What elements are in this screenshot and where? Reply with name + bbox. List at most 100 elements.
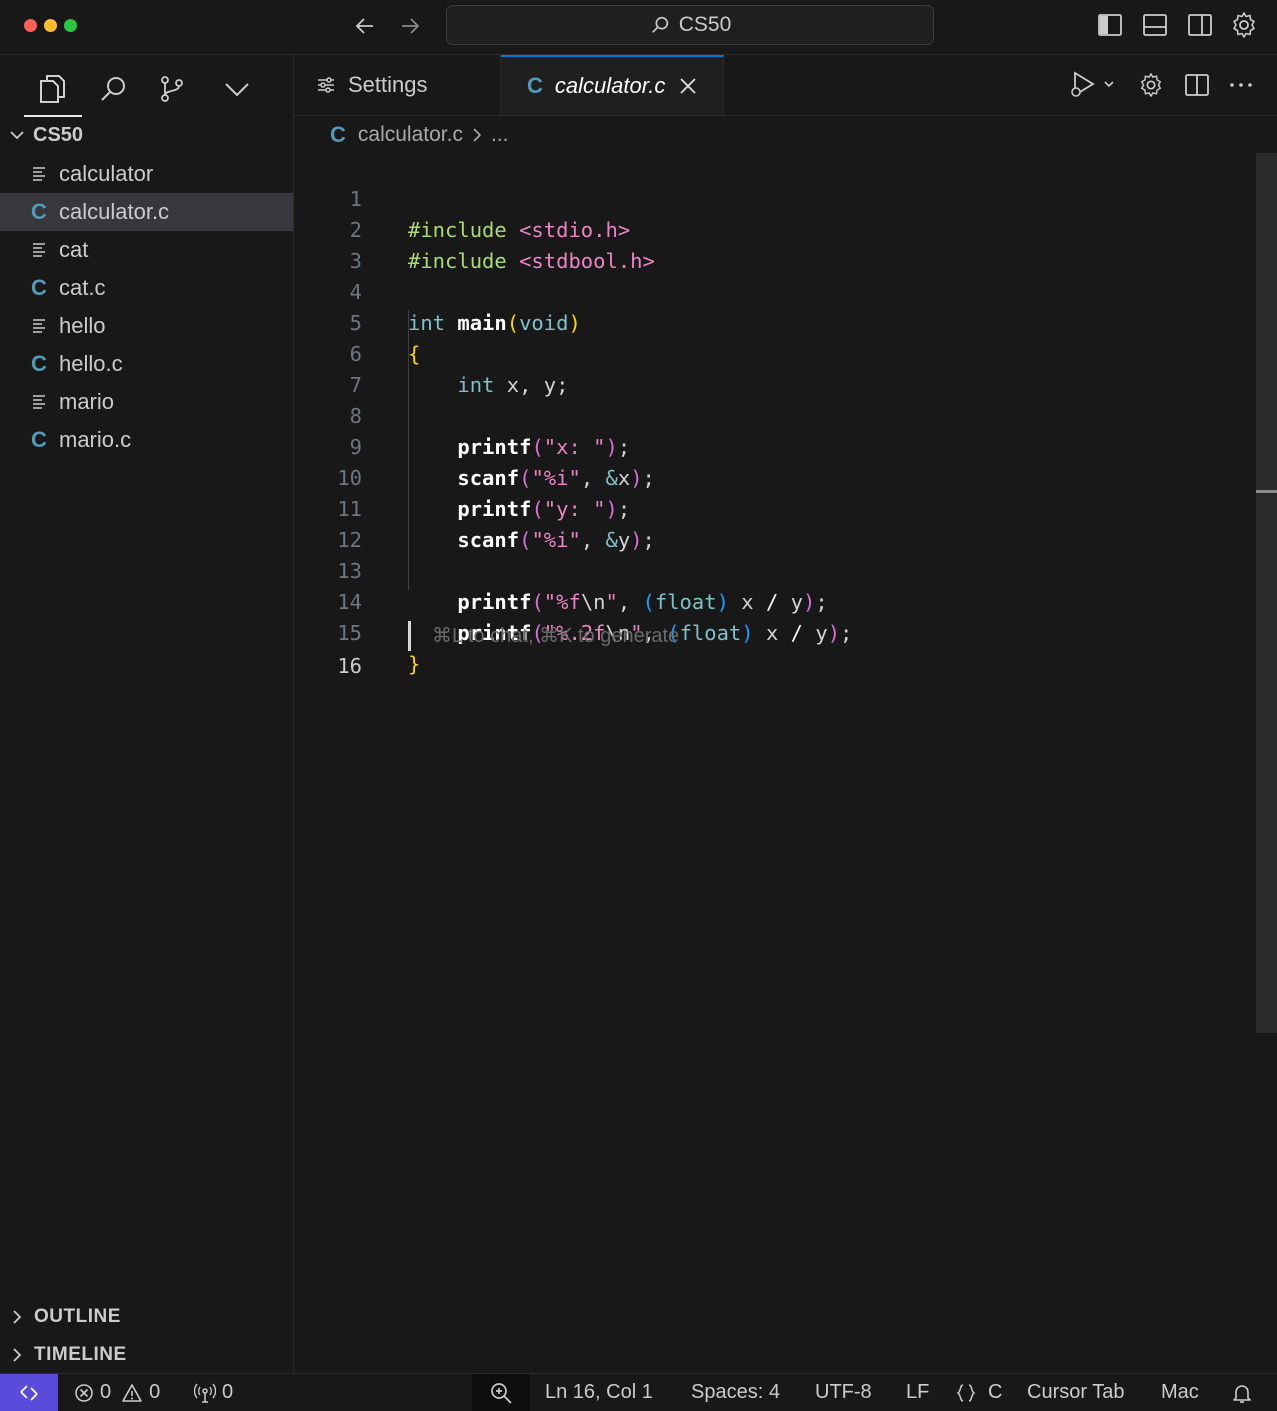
file-item-calculator-c[interactable]: C calculator.c <box>0 193 293 231</box>
platform-label[interactable]: Mac <box>1161 1374 1199 1411</box>
chevron-down-icon[interactable] <box>217 69 257 109</box>
text-cursor <box>408 621 411 651</box>
c-file-icon: C <box>31 275 47 300</box>
remote-icon <box>18 1382 40 1404</box>
folder-header[interactable]: CS50 <box>0 121 293 149</box>
code-line: 15 } <box>294 587 1254 676</box>
language-mode[interactable]: C <box>956 1374 1002 1411</box>
ports-indicator[interactable]: 0 <box>194 1374 233 1411</box>
code-line: 11 scanf("%i", &y); <box>294 463 1254 552</box>
code-line: 4 int main(void) <box>294 246 1254 335</box>
file-item-calculator[interactable]: calculator <box>0 155 293 193</box>
gear-icon[interactable] <box>1229 10 1259 40</box>
forward-arrow-icon[interactable] <box>396 12 424 40</box>
tab-label: Settings <box>348 72 428 97</box>
command-center-search[interactable]: CS50 <box>446 5 934 45</box>
text-lines-icon <box>29 318 49 334</box>
close-window-button[interactable] <box>24 19 37 32</box>
code-line: 8 printf("x: "); <box>294 370 1254 459</box>
text-lines-icon <box>29 242 49 258</box>
line-number: 16 <box>337 654 362 678</box>
zoom-icon[interactable] <box>472 1374 530 1411</box>
toggle-primary-sidebar-icon[interactable] <box>1095 10 1125 40</box>
file-name: calculator <box>59 161 154 186</box>
explorer-files-icon[interactable] <box>32 69 72 109</box>
breadcrumb-more[interactable]: ... <box>491 123 509 147</box>
search-icon[interactable] <box>93 69 133 109</box>
broadcast-icon <box>194 1382 216 1404</box>
vertical-scrollbar[interactable] <box>1256 153 1277 1033</box>
inline-hint: ⌘L to chat, ⌘K to generate <box>432 625 680 647</box>
remote-indicator[interactable] <box>0 1374 58 1411</box>
timeline-label: TIMELINE <box>34 1344 127 1365</box>
tab-calculator-c[interactable]: C calculator.c <box>501 55 724 115</box>
active-view-indicator <box>24 115 82 117</box>
file-item-cat[interactable]: cat <box>0 231 293 269</box>
outline-section-header[interactable]: OUTLINE <box>0 1300 293 1334</box>
error-icon <box>74 1383 94 1403</box>
file-item-mario-c[interactable]: C mario.c <box>0 421 293 459</box>
file-name: calculator.c <box>59 199 170 224</box>
c-file-icon: C <box>31 351 47 376</box>
toggle-panel-icon[interactable] <box>1140 10 1170 40</box>
code-line: 9 scanf("%i", &x); <box>294 401 1254 490</box>
search-icon <box>649 14 671 36</box>
sidebar: CS50 calculator C calculator.c cat C cat… <box>0 55 294 1372</box>
code-editor[interactable]: 1 #include <stdio.h> 2 #include <stdbool… <box>294 153 1254 1372</box>
minimize-window-button[interactable] <box>44 19 57 32</box>
chevron-right-icon <box>471 127 483 143</box>
run-debug-icon[interactable] <box>1066 69 1116 101</box>
text-lines-icon <box>29 166 49 182</box>
outline-label: OUTLINE <box>34 1306 121 1327</box>
file-item-hello[interactable]: hello <box>0 307 293 345</box>
breadcrumb: C calculator.c ... <box>294 117 1254 153</box>
file-name: cat <box>59 237 89 262</box>
language-label: C <box>988 1381 1003 1403</box>
code-line: 12 <box>294 494 1254 552</box>
timeline-section-header[interactable]: TIMELINE <box>0 1338 293 1372</box>
bell-icon[interactable] <box>1231 1374 1253 1411</box>
code-line: 3 <box>294 215 1254 273</box>
text-lines-icon <box>29 394 49 410</box>
eol-setting[interactable]: LF <box>906 1374 929 1411</box>
ports-count: 0 <box>222 1381 234 1403</box>
indentation-setting[interactable]: Spaces: 4 <box>691 1374 780 1411</box>
error-count: 0 <box>100 1381 112 1403</box>
folder-name: CS50 <box>33 123 84 146</box>
tab-settings[interactable]: Settings <box>294 55 501 115</box>
search-text: CS50 <box>678 13 732 36</box>
file-name: hello <box>59 313 106 338</box>
code-line: 10 printf("y: "); <box>294 432 1254 521</box>
file-name: mario <box>59 389 115 414</box>
c-file-icon: C <box>31 199 47 224</box>
close-icon[interactable] <box>679 77 697 95</box>
more-actions-icon[interactable] <box>1226 69 1256 101</box>
toggle-secondary-sidebar-icon[interactable] <box>1185 10 1215 40</box>
encoding-setting[interactable]: UTF-8 <box>815 1374 872 1411</box>
problems-indicator[interactable]: 0 0 <box>74 1374 160 1411</box>
cursor-position[interactable]: Ln 16, Col 1 <box>545 1374 653 1411</box>
chevron-right-icon <box>10 1347 24 1363</box>
split-editor-icon[interactable] <box>1182 69 1212 101</box>
scrollbar-cursor-marker <box>1256 490 1277 493</box>
gear-icon[interactable] <box>1136 69 1166 101</box>
source-control-icon[interactable] <box>152 69 192 109</box>
warning-count: 0 <box>149 1381 161 1403</box>
code-line: 7 <box>294 339 1254 397</box>
editor-tab-bar: Settings C calculator.c <box>294 55 1277 116</box>
file-name: hello.c <box>59 351 123 376</box>
braces-icon <box>956 1383 976 1403</box>
code-line: 1 #include <stdio.h> <box>294 153 1254 242</box>
back-arrow-icon[interactable] <box>351 12 379 40</box>
status-bar: 0 0 0 Ln 16, Col 1 Spaces: 4 UTF-8 LF C … <box>0 1373 1277 1411</box>
cursor-tab-status[interactable]: Cursor Tab <box>1027 1374 1124 1411</box>
chevron-down-icon <box>9 127 25 143</box>
code-line: 2 #include <stdbool.h> <box>294 184 1254 273</box>
maximize-window-button[interactable] <box>64 19 77 32</box>
settings-sliders-icon <box>316 75 336 95</box>
file-item-mario[interactable]: mario <box>0 383 293 421</box>
file-item-hello-c[interactable]: C hello.c <box>0 345 293 383</box>
file-item-cat-c[interactable]: C cat.c <box>0 269 293 307</box>
code-line: 14 printf("%.2f\n", (float) x / y); <box>294 556 1254 645</box>
breadcrumb-file[interactable]: calculator.c <box>358 123 463 147</box>
